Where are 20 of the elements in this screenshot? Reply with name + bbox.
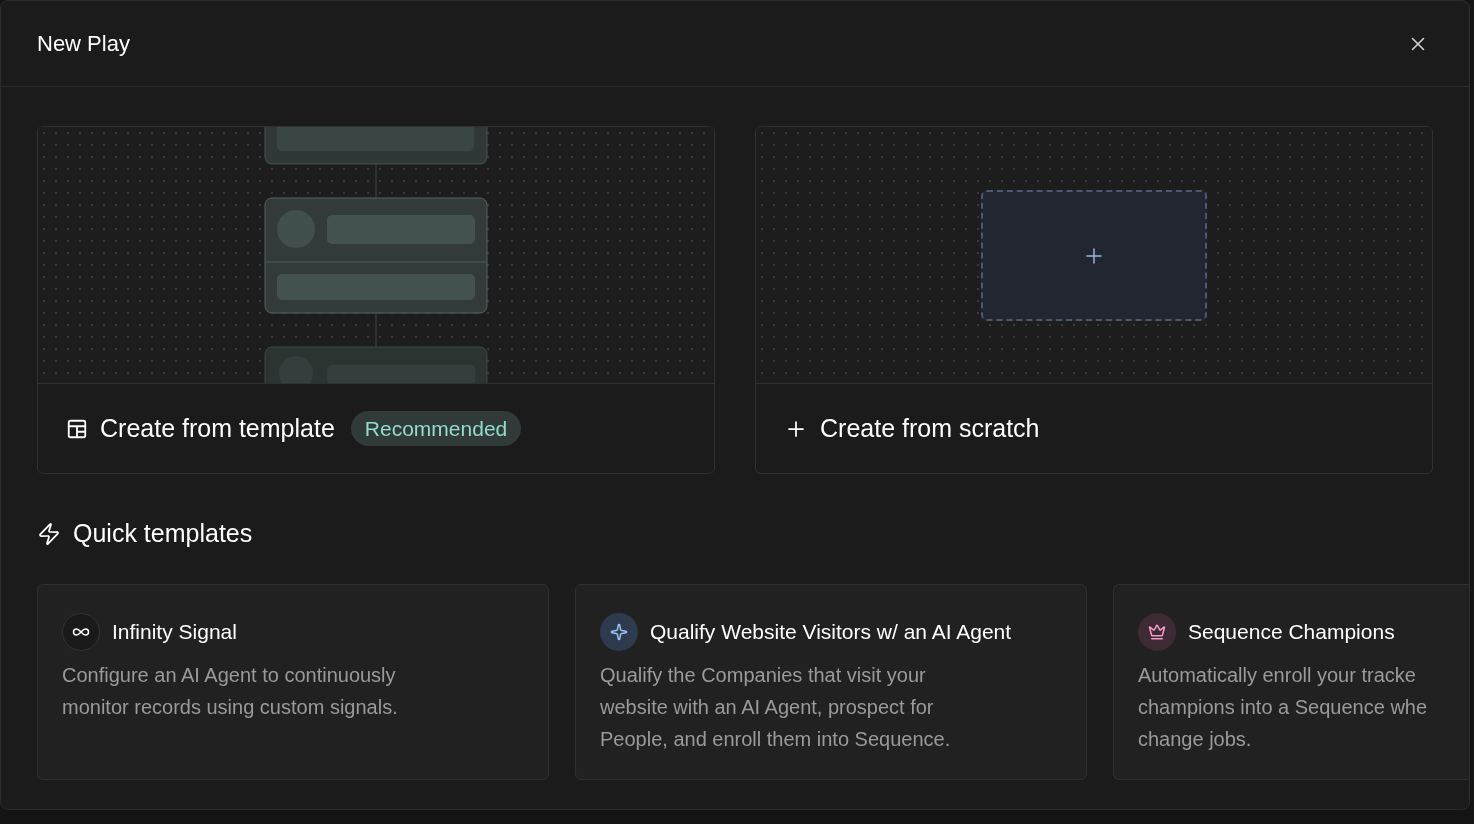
- option-card[interactable]: Create from scratch: [755, 126, 1433, 474]
- section-heading: Quick templates: [73, 518, 253, 549]
- template-description: Configure an AI Agent to continuously monitor records using custom signals.: [62, 662, 399, 720]
- template-description: Qualify the Companies that visit your website with an AI Agent, prospect for People, and enroll them into Sequence.: [600, 662, 952, 752]
- option-card[interactable]: Create from template Recommended: [37, 126, 715, 474]
- dialog-title: New Play: [37, 30, 130, 58]
- template-title: Qualify Website Visitors w/ an AI Agent: [650, 618, 1012, 645]
- template-title: Sequence Champions: [1188, 618, 1395, 645]
- template-icon: [66, 417, 88, 440]
- recommended-badge: Recommended: [350, 410, 522, 447]
- template-description: Automatically enroll your tracke champions into a Sequence whe change jobs.: [1138, 662, 1429, 752]
- option-label: Create from scratch: [820, 412, 1040, 444]
- crown-icon: [1148, 622, 1166, 641]
- option-label: Create from template: [100, 412, 335, 444]
- template-card[interactable]: Sequence Champions Automatically enroll your tracke champions into a Sequence whe change jobs.: [1113, 583, 1469, 780]
- template-card[interactable]: Qualify Website Visitors w/ an AI Agent Qualify the Companies that visit your website with an AI Agent, prospect for People, and enroll them into Sequence.: [575, 583, 1087, 780]
- sparkle-icon: [610, 622, 628, 641]
- template-card[interactable]: Infinity Signal Configure an AI Agent to continuously monitor records using custom signals.: [37, 583, 549, 780]
- lightning-icon: [37, 521, 61, 546]
- template-title: Infinity Signal: [112, 618, 237, 645]
